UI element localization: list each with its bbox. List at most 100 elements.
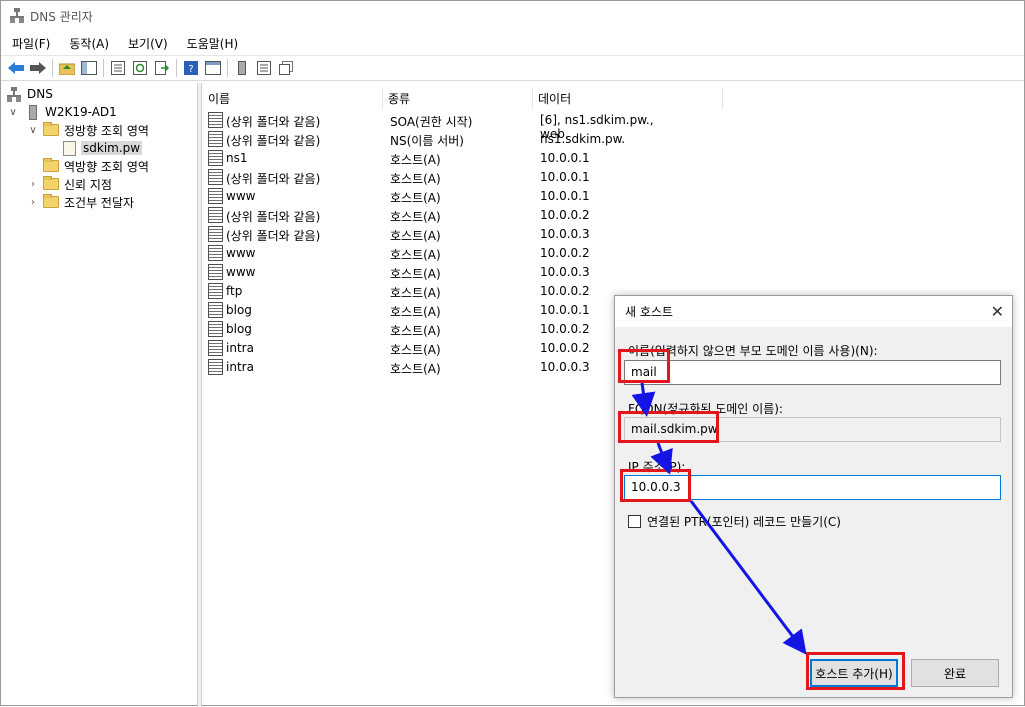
record-data: ns1.sdkim.pw. [540,132,626,146]
ptr-checkbox-row[interactable]: 연결된 PTR(포인터) 레코드 만들기(C) [628,513,841,530]
fqdn-label: FQDN(정규화된 도메인 이름): [628,402,783,416]
record-row[interactable]: intra 호스트(A) 10.0.0.2 [206,339,676,358]
dns-manager-window: DNS 관리자 파일(F) 동작(A) 보기(V) 도움말(H) ? DNS ∨… [0,0,1025,707]
copy-records-button[interactable] [275,57,297,79]
record-row[interactable]: www 호스트(A) 10.0.0.1 [206,187,676,206]
record-data: 10.0.0.2 [540,284,590,298]
pane-splitter[interactable] [198,83,202,707]
toolbar: ? [1,55,1024,81]
record-type: 호스트(A) [390,210,441,224]
record-name: ns1 [226,151,248,165]
record-row[interactable]: www 호스트(A) 10.0.0.3 [206,263,676,282]
tree-item-zone-sdkim[interactable]: sdkim.pw [63,139,143,157]
chevron-down-icon[interactable]: ∨ [27,125,39,136]
fqdn-field: mail.sdkim.pw. [624,417,1001,442]
back-button[interactable] [5,57,27,79]
close-icon[interactable]: ✕ [991,302,1004,321]
folder-icon [43,122,59,136]
back-arrow-icon [8,62,24,74]
record-data: 10.0.0.1 [540,170,590,184]
record-type: 호스트(A) [390,153,441,167]
tree-item-server[interactable]: ∨ W2K19-AD1 [7,103,117,121]
tree-item-conditional-forwarders[interactable]: › 조건부 전달자 [27,193,134,211]
done-button[interactable]: 완료 [911,659,999,687]
record-data: 10.0.0.2 [540,246,590,260]
record-row[interactable]: (상위 폴더와 같음) 호스트(A) 10.0.0.1 [206,168,676,187]
record-type: 호스트(A) [390,267,441,281]
tree-item-dns[interactable]: DNS [7,85,53,103]
properties-button[interactable] [107,57,129,79]
record-list-button[interactable] [253,57,275,79]
chevron-right-icon[interactable]: › [27,197,39,208]
record-data: 10.0.0.1 [540,189,590,203]
view-toggle-button[interactable] [202,57,224,79]
record-type: SOA(권한 시작) [390,115,473,129]
record-list-icon [257,61,271,75]
refresh-button[interactable] [129,57,151,79]
record-type: 호스트(A) [390,172,441,186]
svg-text:?: ? [188,64,193,75]
record-row[interactable]: (상위 폴더와 같음) 호스트(A) 10.0.0.3 [206,225,676,244]
folder-icon [43,176,59,190]
record-data: 10.0.0.1 [540,303,590,317]
dns-root-icon [7,86,21,102]
record-name: intra [226,360,254,374]
tree-item-reverse-zones[interactable]: 역방향 조회 영역 [43,157,149,175]
record-row[interactable]: www 호스트(A) 10.0.0.2 [206,244,676,263]
record-row[interactable]: ns1 호스트(A) 10.0.0.1 [206,149,676,168]
menu-action[interactable]: 동작(A) [58,35,117,52]
record-row[interactable]: (상위 폴더와 같음) NS(이름 서버) ns1.sdkim.pw. [206,130,676,149]
tree-item-trust-points[interactable]: › 신뢰 지점 [27,175,112,193]
column-header-data[interactable]: 데이터 [533,87,723,109]
record-data: 10.0.0.3 [540,265,590,279]
export-list-icon [155,61,169,75]
zone-icon [63,140,76,156]
tree-label-forward-zones: 정방향 조회 영역 [64,123,149,138]
dns-record-icon [208,359,223,375]
show-hide-console-tree-button[interactable] [78,57,100,79]
add-host-button[interactable]: 호스트 추가(H) [810,659,898,687]
record-row[interactable]: blog 호스트(A) 10.0.0.2 [206,320,676,339]
dns-record-icon [208,245,223,261]
host-name-input[interactable]: mail [624,360,1001,385]
record-name: (상위 폴더와 같음) [226,115,321,129]
menu-view[interactable]: 보기(V) [117,35,176,52]
toolbar-separator [103,59,104,77]
toolbar-separator [227,59,228,77]
window-title: DNS 관리자 [30,9,93,24]
record-type: 호스트(A) [390,305,441,319]
forward-arrow-icon [30,62,46,74]
tree-item-forward-zones[interactable]: ∨ 정방향 조회 영역 [27,121,149,139]
properties-icon [111,61,125,75]
record-type: 호스트(A) [390,191,441,205]
up-folder-button[interactable] [56,57,78,79]
copy-records-icon [279,61,293,75]
dialog-title: 새 호스트 [625,305,673,319]
record-name: intra [226,341,254,355]
ip-address-input[interactable]: 10.0.0.3 [624,475,1001,500]
menu-file[interactable]: 파일(F) [1,35,58,52]
forward-button[interactable] [27,57,49,79]
record-row[interactable]: (상위 폴더와 같음) 호스트(A) 10.0.0.2 [206,206,676,225]
ptr-checkbox-label: 연결된 PTR(포인터) 레코드 만들기(C) [647,515,841,529]
tree-label-conditional-forwarders: 조건부 전달자 [64,195,135,210]
menu-help[interactable]: 도움말(H) [176,35,247,52]
record-row[interactable]: intra 호스트(A) 10.0.0.3 [206,358,676,377]
export-list-button[interactable] [151,57,173,79]
record-row[interactable]: ftp 호스트(A) 10.0.0.2 [206,282,676,301]
chevron-down-icon[interactable]: ∨ [7,107,19,118]
ptr-checkbox[interactable] [628,515,641,528]
chevron-right-icon[interactable]: › [27,179,39,190]
title-bar: DNS 관리자 [1,1,1024,31]
help-button[interactable]: ? [180,57,202,79]
record-name: (상위 폴더와 같음) [226,172,321,186]
record-row[interactable]: blog 호스트(A) 10.0.0.1 [206,301,676,320]
toolbar-separator [52,59,53,77]
record-row[interactable]: (상위 폴더와 같음) SOA(권한 시작) [6], ns1.sdkim.pw.,… [206,111,676,141]
server-button[interactable] [231,57,253,79]
column-header-name[interactable]: 이름 [203,87,383,109]
record-name: www [226,189,256,203]
dns-record-icon [208,340,223,356]
dns-record-icon [208,264,223,280]
column-header-type[interactable]: 종류 [383,87,533,109]
